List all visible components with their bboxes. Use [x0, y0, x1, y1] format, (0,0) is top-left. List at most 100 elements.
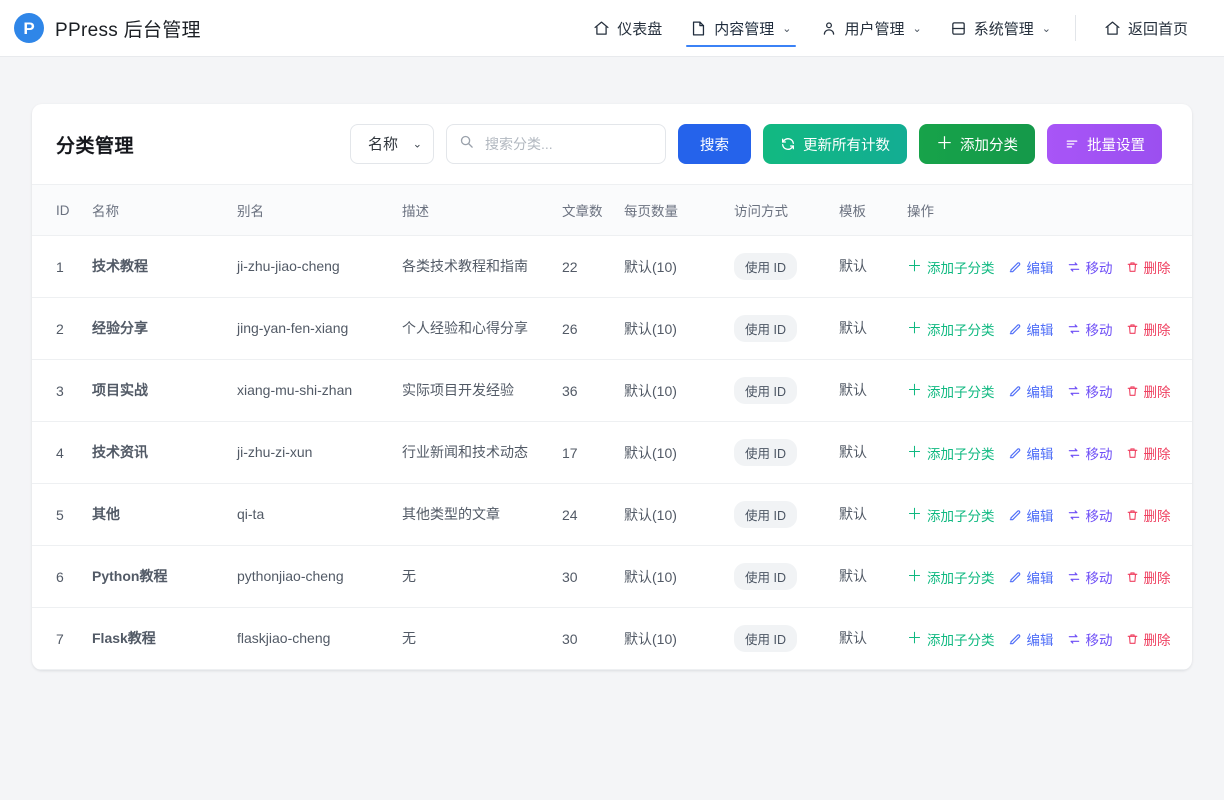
add-subcategory-link[interactable]: ＋添加子分类: [907, 257, 995, 277]
move-link[interactable]: 移动: [1067, 257, 1113, 277]
home-icon: [593, 20, 610, 37]
move-link[interactable]: 移动: [1067, 443, 1113, 463]
cell-template: 默认: [831, 235, 899, 298]
table-row[interactable]: 3 项目实战 xiang-mu-shi-zhan 实际项目开发经验 36 默认(10) 使用…: [32, 359, 1192, 422]
add-category-button-label: 添加分类: [960, 137, 1018, 154]
move-link[interactable]: 移动: [1067, 505, 1113, 525]
delete-link[interactable]: 删除: [1126, 629, 1171, 649]
table-row[interactable]: 7 Flask教程 flaskjiao-cheng 无 30 默认(10) 使用 ID 默认 ＋…: [32, 607, 1192, 670]
table-row[interactable]: 4 技术资讯 ji-zhu-zi-xun 行业新闻和技术动态 17 默认(10) 使用 ID…: [32, 421, 1192, 484]
edit-link[interactable]: 编辑: [1008, 443, 1054, 463]
cell-name: 经验分享: [84, 297, 229, 360]
delete-link[interactable]: 删除: [1126, 567, 1171, 587]
nav-item-back-home[interactable]: 返回首页: [1090, 0, 1202, 57]
delete-link-label: 删除: [1143, 446, 1171, 462]
add-subcategory-link[interactable]: ＋添加子分类: [907, 505, 995, 525]
nav-item-back-home-label: 返回首页: [1127, 20, 1188, 38]
trash-icon: [1126, 632, 1139, 646]
move-icon: [1067, 570, 1081, 584]
table-row[interactable]: 1 技术教程 ji-zhu-jiao-cheng 各类技术教程和指南 22 默认(10) 使…: [32, 235, 1192, 298]
nav-item-users-label: 用户管理: [844, 20, 905, 38]
cell-template: 默认: [831, 545, 899, 608]
cell-visit-mode: 使用 ID: [726, 235, 831, 298]
status-badge: 使用 ID: [734, 501, 797, 528]
app-title: PPress 后台管理: [55, 19, 201, 41]
status-badge: 使用 ID: [734, 253, 797, 280]
move-link[interactable]: 移动: [1067, 567, 1113, 587]
category-table: ID 名称 别名 描述 文章数 每页数量 访问方式 模板 操作 1 技术教程 ji-…: [32, 184, 1192, 670]
cell-template: 默认: [831, 483, 899, 546]
nav-item-dashboard[interactable]: 仪表盘: [579, 0, 676, 57]
delete-link[interactable]: 删除: [1126, 443, 1171, 463]
nav-item-system[interactable]: 系统管理 ⌄: [936, 0, 1065, 57]
nav-item-users[interactable]: 用户管理 ⌄: [806, 0, 936, 57]
card-toolbar: 分类管理 名称 ⌄ 搜索分类... 搜索 更新所有计数 ＋ 添加分类 批量设置: [32, 104, 1192, 184]
column-header-tpl[interactable]: 模板: [831, 184, 899, 236]
add-subcategory-link[interactable]: ＋添加子分类: [907, 443, 995, 463]
row-actions-primary: ＋添加子分类 编辑 移动: [907, 381, 1113, 401]
cell-per-page: 默认(10): [616, 421, 726, 484]
nav-item-dashboard-label: 仪表盘: [617, 20, 663, 38]
refresh-counts-button[interactable]: 更新所有计数: [763, 124, 907, 164]
table-row[interactable]: 2 经验分享 jing-yan-fen-xiang 个人经验和心得分享 26 默认(10)…: [32, 297, 1192, 360]
delete-link[interactable]: 删除: [1126, 257, 1171, 277]
page-body: 分类管理 名称 ⌄ 搜索分类... 搜索 更新所有计数 ＋ 添加分类 批量设置 …: [0, 57, 1224, 670]
column-header-id[interactable]: ID: [32, 184, 84, 236]
cell-slug: jing-yan-fen-xiang: [229, 297, 394, 360]
cell-template: 默认: [831, 607, 899, 670]
row-actions: ＋添加子分类 编辑 移动 删除: [907, 257, 1184, 277]
move-link-label: 移动: [1085, 260, 1113, 276]
app-logo-icon: P: [14, 13, 44, 43]
add-subcategory-link[interactable]: ＋添加子分类: [907, 381, 995, 401]
nav-item-content-label: 内容管理: [714, 20, 775, 38]
column-header-actions: 操作: [899, 184, 1192, 236]
edit-link[interactable]: 编辑: [1008, 381, 1054, 401]
cell-name: 技术资讯: [84, 421, 229, 484]
table-row[interactable]: 5 其他 qi-ta 其他类型的文章 24 默认(10) 使用 ID 默认 ＋添加子分类 编辑 移动…: [32, 483, 1192, 546]
move-link[interactable]: 移动: [1067, 629, 1113, 649]
delete-link[interactable]: 删除: [1126, 381, 1171, 401]
add-subcategory-link-label: 添加子分类: [927, 260, 995, 276]
edit-link[interactable]: 编辑: [1008, 505, 1054, 525]
home-icon: [1104, 20, 1121, 37]
add-subcategory-link[interactable]: ＋添加子分类: [907, 567, 995, 587]
delete-link[interactable]: 删除: [1126, 505, 1171, 525]
move-link[interactable]: 移动: [1067, 319, 1113, 339]
column-header-desc[interactable]: 描述: [394, 184, 554, 236]
table-row[interactable]: 6 Python教程 pythonjiao-cheng 无 30 默认(10) 使用 ID 默…: [32, 545, 1192, 608]
add-subcategory-link-label: 添加子分类: [927, 322, 995, 338]
nav-item-content[interactable]: 内容管理 ⌄: [676, 0, 805, 57]
move-icon: [1067, 632, 1081, 646]
column-header-per[interactable]: 每页数量: [616, 184, 726, 236]
row-actions-secondary: 删除: [1126, 381, 1171, 401]
batch-settings-button[interactable]: 批量设置: [1047, 124, 1162, 164]
search-input[interactable]: [446, 124, 666, 164]
brand[interactable]: P PPress 后台管理: [14, 13, 201, 43]
edit-link[interactable]: 编辑: [1008, 567, 1054, 587]
delete-link[interactable]: 删除: [1126, 319, 1171, 339]
column-header-slug[interactable]: 别名: [229, 184, 394, 236]
add-subcategory-link[interactable]: ＋添加子分类: [907, 319, 995, 339]
add-category-button[interactable]: ＋ 添加分类: [919, 124, 1035, 164]
edit-link[interactable]: 编辑: [1008, 629, 1054, 649]
edit-link-label: 编辑: [1026, 446, 1054, 462]
column-header-name[interactable]: 名称: [84, 184, 229, 236]
edit-link[interactable]: 编辑: [1008, 257, 1054, 277]
cell-post-count: 22: [554, 235, 616, 298]
edit-link-label: 编辑: [1026, 570, 1054, 586]
move-link-label: 移动: [1085, 570, 1113, 586]
search-button[interactable]: 搜索: [678, 124, 751, 164]
move-link[interactable]: 移动: [1067, 381, 1113, 401]
cell-name: 技术教程: [84, 235, 229, 298]
toolbar-controls: 名称 ⌄ 搜索 更新所有计数: [350, 124, 1162, 164]
edit-link[interactable]: 编辑: [1008, 319, 1054, 339]
cell-description: 其他类型的文章: [394, 483, 554, 546]
cell-id: 6: [32, 545, 84, 608]
add-subcategory-link[interactable]: ＋添加子分类: [907, 629, 995, 649]
filter-field-select[interactable]: 名称: [350, 124, 434, 164]
cell-visit-mode: 使用 ID: [726, 545, 831, 608]
move-icon: [1067, 446, 1081, 460]
cell-visit-mode: 使用 ID: [726, 483, 831, 546]
column-header-count[interactable]: 文章数: [554, 184, 616, 236]
column-header-visit[interactable]: 访问方式: [726, 184, 831, 236]
